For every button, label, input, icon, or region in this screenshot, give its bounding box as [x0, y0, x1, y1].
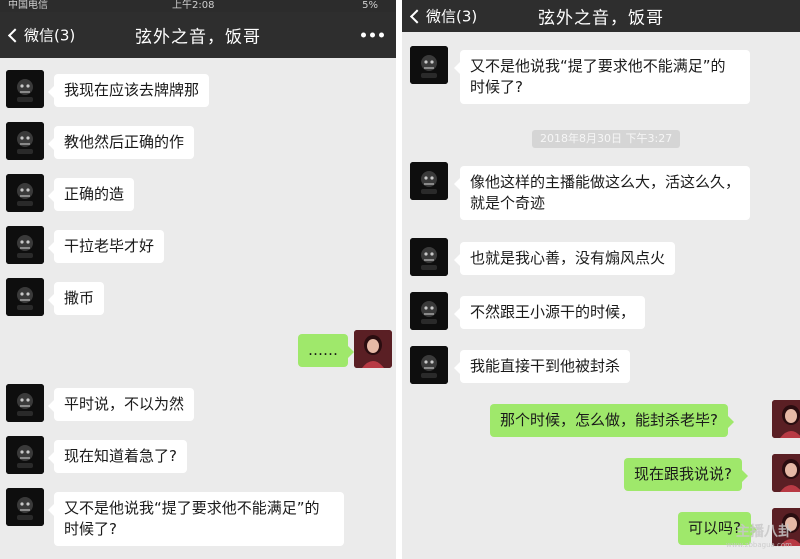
friend-avatar[interactable] — [410, 292, 448, 330]
message-bubble[interactable]: 撒币 — [47, 282, 105, 315]
clock-label: 上午2:08 — [172, 0, 215, 11]
friend-avatar[interactable] — [410, 162, 448, 200]
my-avatar[interactable] — [772, 454, 800, 492]
message-bubble[interactable]: 我能直接干到他被封杀 — [453, 350, 631, 383]
my-avatar[interactable] — [354, 330, 392, 368]
message-bubble[interactable]: 干拉老毕才好 — [47, 230, 165, 263]
more-dots-icon[interactable] — [361, 32, 384, 38]
friend-avatar[interactable] — [410, 46, 448, 84]
friend-avatar[interactable] — [6, 278, 44, 316]
friend-avatar[interactable] — [6, 226, 44, 264]
message-bubble[interactable]: 我现在应该去牌牌那 — [47, 74, 210, 107]
message-bubble[interactable]: 教他然后正确的作 — [47, 126, 195, 159]
friend-avatar[interactable] — [410, 346, 448, 384]
message-bubble[interactable]: 也就是我心善，没有煽风点火 — [453, 242, 676, 275]
chat-title: 弦外之音，饭哥 — [135, 27, 261, 48]
message-bubble[interactable]: 平时说，不以为然 — [47, 388, 195, 421]
friend-avatar[interactable] — [6, 174, 44, 212]
friend-avatar[interactable] — [6, 70, 44, 108]
message-bubble[interactable]: 又不是他说我“提了要求他不能满足”的时候了? — [454, 50, 750, 104]
my-message-bubble[interactable]: 那个时候，怎么做，能封杀老毕? — [490, 404, 734, 437]
friend-avatar[interactable] — [6, 122, 44, 160]
nav-bar: 微信(3) 弦外之音，饭哥 — [0, 12, 396, 58]
friend-avatar[interactable] — [410, 238, 448, 276]
battery-label: 5% — [362, 0, 378, 11]
message-bubble[interactable]: 正确的造 — [47, 178, 135, 211]
status-bar: 中国电信 上午2:08 5% — [0, 0, 396, 12]
watermark-url: www.zbbagua.com — [726, 541, 792, 549]
my-avatar[interactable] — [772, 400, 800, 438]
timestamp-label: 2018年8月30日 下午3:27 — [532, 130, 681, 148]
friend-avatar[interactable] — [6, 384, 44, 422]
my-message-bubble[interactable]: …… — [298, 334, 354, 367]
watermark-logo: 主播八卦 www.zbbagua.com — [726, 521, 792, 549]
nav-bar: 微信(3) 弦外之音，饭哥 — [402, 0, 800, 32]
message-bubble[interactable]: 又不是他说我“提了要求他不能满足”的时候了? — [48, 492, 344, 546]
message-bubble[interactable]: 现在知道着急了? — [48, 440, 187, 473]
carrier-label: 中国电信 — [8, 0, 48, 11]
message-bubble[interactable]: 不然跟王小源干的时候， — [453, 296, 646, 329]
chat-title: 弦外之音，饭哥 — [538, 8, 664, 29]
message-bubble[interactable]: 像他这样的主播能做这么大，活这么久，就是个奇迹 — [454, 166, 750, 220]
friend-avatar[interactable] — [6, 488, 44, 526]
my-message-bubble[interactable]: 现在跟我说说? — [624, 458, 748, 491]
friend-avatar[interactable] — [6, 436, 44, 474]
right-chat-screen: 微信(3) 弦外之音，饭哥 又不是他说我“提了要求他不能满足”的时候了? 201… — [402, 0, 800, 559]
watermark-text: 主播八卦 — [736, 524, 792, 540]
left-chat-screen: 中国电信 上午2:08 5% 微信(3) 弦外之音，饭哥 我现在应该去牌牌那 教… — [0, 0, 396, 559]
